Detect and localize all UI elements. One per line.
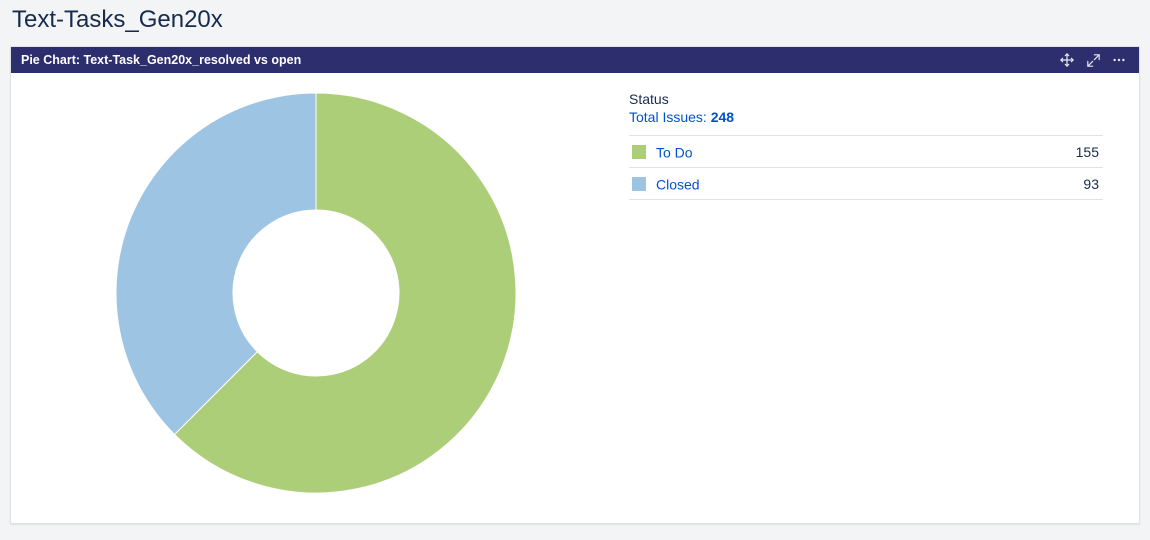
- move-icon[interactable]: [1057, 50, 1077, 70]
- pie-chart-gadget: Pie Chart: Text-Task_Gen20x_resolved vs …: [10, 46, 1140, 524]
- total-issues-label: Total Issues:: [629, 109, 711, 125]
- legend-count: 93: [969, 168, 1104, 200]
- page-title: Text-Tasks_Gen20x: [10, 0, 1140, 46]
- legend-area: Status Total Issues: 248 To Do 155 Closed 9…: [621, 87, 1139, 499]
- legend-count: 155: [969, 136, 1104, 168]
- legend-label: Closed: [656, 176, 700, 192]
- total-issues-value: 248: [711, 109, 734, 125]
- donut-chart: [106, 83, 526, 503]
- total-issues[interactable]: Total Issues: 248: [629, 109, 1103, 125]
- legend-table: To Do 155 Closed 93: [629, 135, 1103, 200]
- legend-swatch: [632, 177, 646, 191]
- legend-label: To Do: [656, 144, 693, 160]
- chart-area: [11, 87, 621, 499]
- more-icon[interactable]: [1109, 50, 1129, 70]
- legend-row[interactable]: To Do 155: [629, 136, 1103, 168]
- legend-swatch: [632, 145, 646, 159]
- gadget-body: Status Total Issues: 248 To Do 155 Closed 9…: [11, 73, 1139, 523]
- gadget-title: Pie Chart: Text-Task_Gen20x_resolved vs …: [21, 53, 301, 67]
- status-label: Status: [629, 91, 1103, 107]
- expand-icon[interactable]: [1083, 50, 1103, 70]
- gadget-header: Pie Chart: Text-Task_Gen20x_resolved vs …: [11, 47, 1139, 73]
- legend-row[interactable]: Closed 93: [629, 168, 1103, 200]
